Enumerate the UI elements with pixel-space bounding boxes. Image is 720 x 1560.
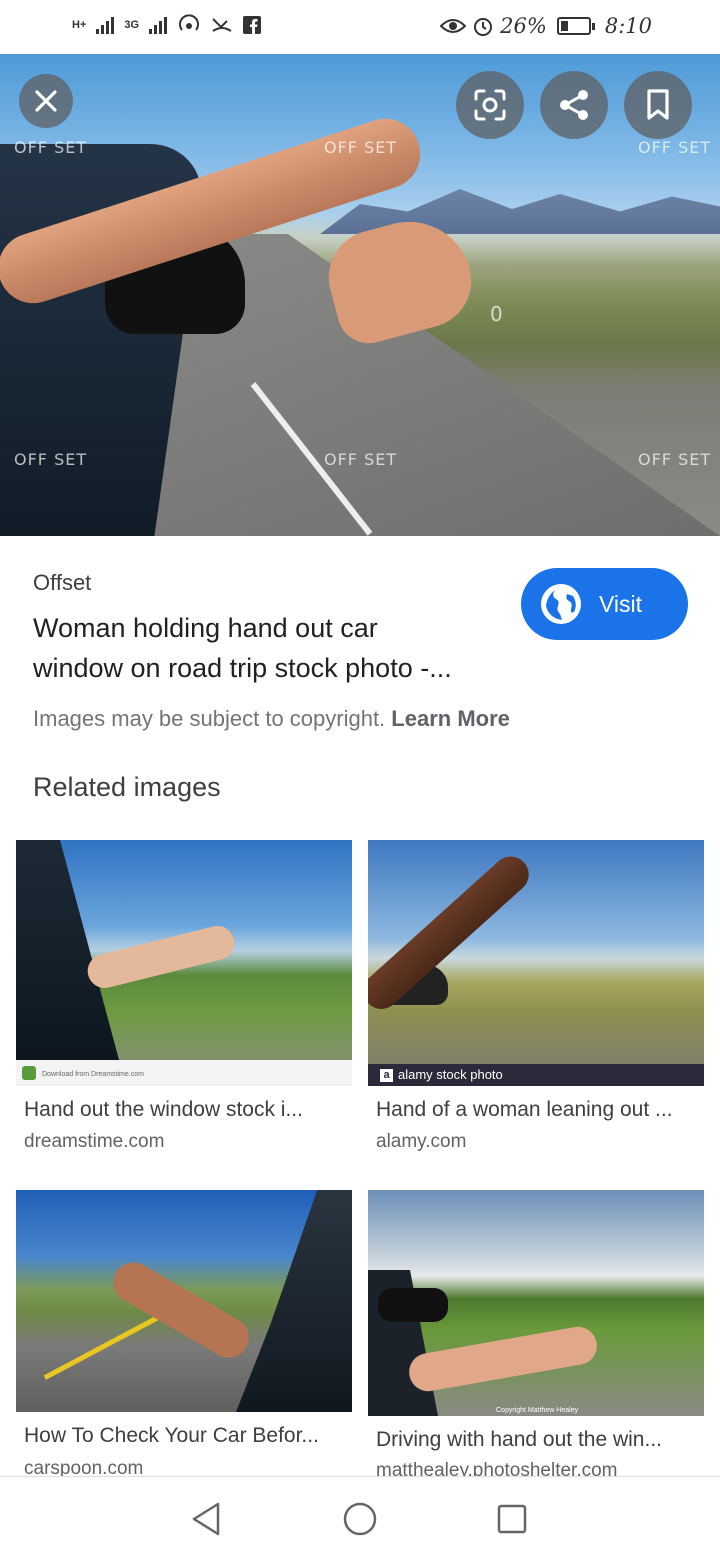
eye-comfort-icon	[440, 19, 467, 33]
image-title-line-2: window on road trip stock photo -...	[33, 653, 452, 683]
close-button[interactable]	[19, 74, 73, 128]
watermark: OFF SET	[14, 450, 88, 469]
related-item[interactable]: a alamy stock photo Hand of a woman lean…	[368, 840, 704, 1160]
learn-more-link[interactable]: Learn More	[391, 706, 510, 731]
signal-icon	[96, 16, 115, 34]
related-item[interactable]: Download from Dreamstime.com Hand out th…	[16, 840, 352, 1160]
status-right: 26% 8:10	[440, 14, 652, 38]
battery-percent: 26%	[500, 14, 547, 38]
visit-label: Visit	[599, 590, 643, 617]
missed-call-icon	[212, 18, 232, 32]
image-info: Offset Woman holding hand out car window…	[0, 536, 720, 776]
image-source: Offset	[33, 570, 92, 595]
thumb-mirror	[378, 1288, 448, 1322]
network-type-2: 3G	[124, 19, 140, 31]
related-title: Driving with hand out the win...	[376, 1428, 662, 1451]
share-button[interactable]	[540, 71, 608, 139]
facebook-icon	[243, 16, 262, 34]
related-item[interactable]: How To Check Your Car Befor... carspoon.…	[16, 1190, 352, 1479]
lens-button[interactable]	[456, 71, 524, 139]
battery-icon	[556, 17, 595, 35]
watermark-center: 0	[490, 302, 504, 326]
related-title: How To Check Your Car Befor...	[24, 1424, 319, 1447]
status-left: H+ 3G	[72, 14, 262, 36]
related-source: alamy.com	[376, 1131, 467, 1152]
bookmark-icon	[647, 89, 669, 120]
watermark: OFF SET	[638, 138, 712, 157]
alarm-icon	[474, 18, 493, 36]
copyright-text: Images may be subject to copyright.	[33, 706, 386, 731]
status-bar: H+ 3G 26% 8:10	[0, 0, 720, 54]
globe-icon	[541, 584, 581, 624]
thumb-arm	[106, 1255, 256, 1365]
image-title[interactable]: Woman holding hand out car window on roa…	[33, 608, 503, 688]
network-type-1: H+	[72, 19, 87, 31]
back-icon[interactable]	[190, 1501, 222, 1537]
watermark: OFF SET	[324, 138, 398, 157]
thumb-arm	[84, 922, 238, 992]
thumb-car	[236, 1190, 352, 1412]
signal-icon-2	[149, 16, 168, 34]
copyright-notice: Images may be subject to copyright. Lear…	[33, 706, 510, 732]
related-thumbnail[interactable]: Copyright Matthew Healey	[368, 1190, 704, 1416]
hotspot-icon	[179, 14, 200, 31]
watermark: OFF SET	[638, 450, 712, 469]
dreamstime-logo-icon	[22, 1066, 36, 1080]
recents-icon[interactable]	[496, 1503, 528, 1535]
thumb-overlay-text: Copyright Matthew Healey	[496, 1407, 579, 1414]
thumb-arm	[368, 849, 537, 1017]
related-item[interactable]: Copyright Matthew Healey Driving with ha…	[368, 1190, 704, 1481]
home-icon[interactable]	[342, 1501, 378, 1537]
watermark: OFF SET	[14, 138, 88, 157]
thumb-arm	[406, 1323, 600, 1395]
alamy-logo-icon: a	[380, 1069, 393, 1082]
image-title-line-1: Woman holding hand out car	[33, 613, 378, 643]
share-icon	[560, 90, 588, 120]
related-thumbnail[interactable]	[16, 1190, 352, 1412]
thumb-overlay-text: Download from Dreamstime.com	[42, 1071, 144, 1078]
related-thumbnail[interactable]: Download from Dreamstime.com	[16, 840, 352, 1086]
navigation-bar	[0, 1476, 720, 1560]
thumb-overlay-text: alamy stock photo	[398, 1067, 503, 1082]
visit-button[interactable]: Visit	[521, 568, 688, 640]
related-title: Hand out the window stock i...	[24, 1098, 303, 1121]
main-image[interactable]: OFF SET OFF SET OFF SET OFF SET OFF SET …	[0, 54, 720, 536]
related-thumbnail[interactable]: a alamy stock photo	[368, 840, 704, 1086]
clock: 8:10	[604, 14, 652, 38]
watermark: OFF SET	[324, 450, 398, 469]
lens-icon	[474, 89, 506, 121]
related-source: dreamstime.com	[24, 1131, 165, 1152]
close-icon	[35, 90, 57, 112]
related-title: Hand of a woman leaning out ...	[376, 1098, 673, 1121]
related-images-heading: Related images	[33, 772, 221, 802]
save-button[interactable]	[624, 71, 692, 139]
